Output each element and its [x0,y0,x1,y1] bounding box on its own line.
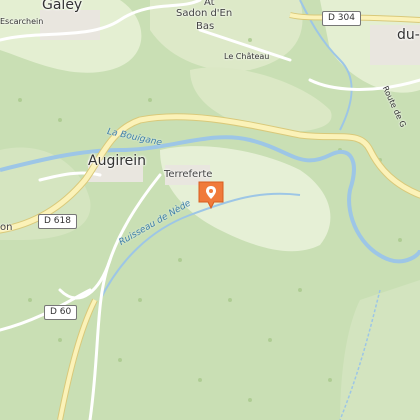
label-bas: Bas [196,21,215,32]
label-on: on [0,222,13,233]
label-at: At [204,0,215,8]
label-le-chateau: Le Château [224,52,270,61]
label-du: du- [397,27,420,43]
label-galey: Galey [42,0,83,13]
label-sadon: Sadon d'En [176,8,233,19]
road-shield-d304: D 304 [322,11,361,26]
map-canvas[interactable]: Galey Escarchein At Sadon d'En Bas Le Ch… [0,0,420,420]
label-augirein: Augirein [88,153,147,169]
location-pin-icon[interactable] [197,180,225,210]
label-escarchein: Escarchein [0,17,44,26]
road-shield-d60: D 60 [44,305,78,320]
label-terreferte: Terreferte [164,169,213,180]
road-shield-d618: D 618 [38,214,77,229]
map-base-layer [0,0,420,420]
